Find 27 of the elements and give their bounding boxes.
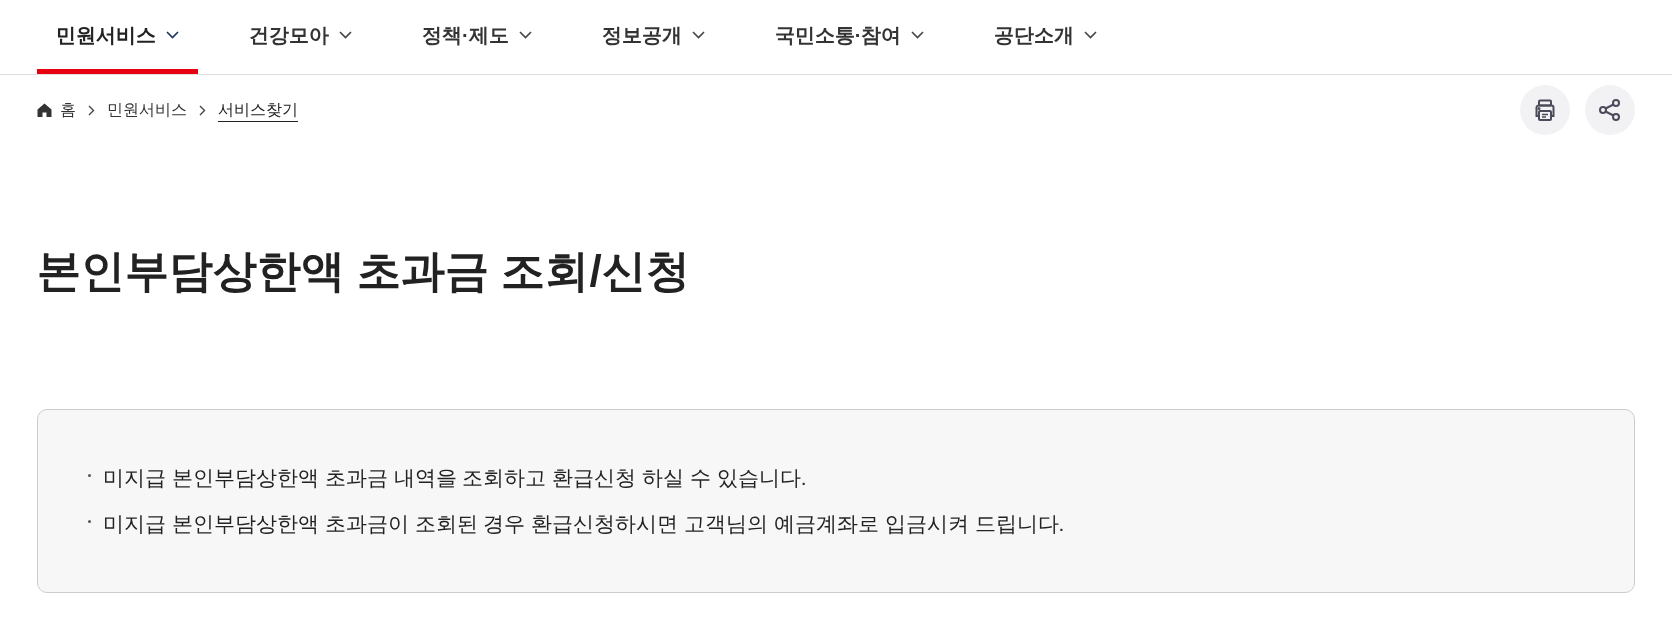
nav-tab[interactable]: 국민소통·참여 — [755, 0, 944, 74]
chevron-right-icon — [199, 104, 206, 116]
nav-tab[interactable]: 건강모아 — [230, 0, 371, 74]
breadcrumb-link[interactable]: 민원서비스 — [107, 99, 187, 121]
print-button[interactable] — [1520, 85, 1570, 135]
page-title: 본인부담상한액 초과금 조회/신청 — [37, 245, 690, 297]
chevron-down-icon — [1084, 30, 1098, 39]
chevron-right-icon — [88, 104, 95, 116]
printer-icon — [1533, 98, 1557, 122]
chevron-down-icon — [518, 30, 532, 39]
chevron-down-icon — [911, 30, 925, 39]
nav-tab[interactable]: 민원서비스 — [37, 0, 198, 74]
chevron-down-icon — [691, 30, 705, 39]
notice-text: 미지급 본인부담상한액 초과금 내역을 조회하고 환급신청 하실 수 있습니다. — [103, 465, 807, 491]
chevron-down-icon — [166, 30, 179, 39]
chevron-down-icon — [339, 30, 352, 39]
breadcrumb-link[interactable]: 서비스찾기 — [218, 98, 298, 122]
bullet-icon — [88, 474, 91, 477]
nav-tab[interactable]: 공단소개 — [975, 0, 1117, 74]
share-button[interactable] — [1585, 85, 1635, 135]
notice-text: 미지급 본인부담상한액 초과금이 조회된 경우 환급신청하시면 고객님의 예금계좌로 입금시켜 드립니다. — [103, 511, 1065, 537]
nav-tab[interactable]: 정보공개 — [582, 0, 724, 74]
bullet-icon — [88, 520, 91, 523]
home-icon — [37, 103, 52, 117]
nav-tab[interactable]: 정책·제도 — [403, 0, 551, 74]
share-icon — [1598, 98, 1622, 122]
breadcrumb-home-link[interactable]: 홈 — [37, 99, 76, 121]
